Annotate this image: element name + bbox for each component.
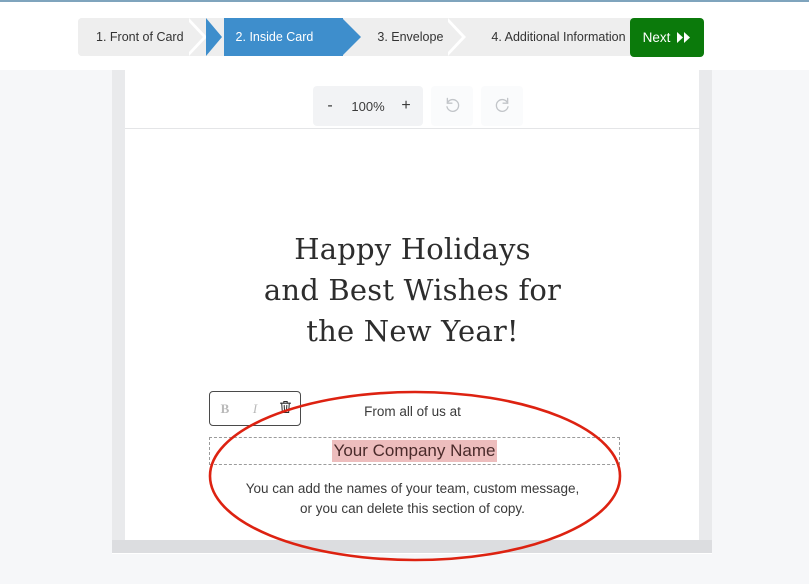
trash-icon (279, 400, 292, 418)
step-inside-card[interactable]: 2. Inside Card (205, 18, 362, 56)
zoom-level-value: 100% (351, 98, 385, 114)
fast-forward-icon (677, 32, 691, 43)
headline-line-3: the New Year! (306, 314, 519, 348)
headline-line-2: and Best Wishes for (263, 273, 562, 307)
editor-right-gutter (699, 70, 712, 540)
editor-left-gutter (112, 70, 125, 540)
card-body-copy[interactable]: You can add the names of your team, cust… (125, 479, 700, 519)
step-front-of-card[interactable]: 1. Front of Card (78, 18, 207, 56)
step-separator-icon (188, 18, 207, 56)
step-envelope[interactable]: 3. Envelope (343, 18, 467, 56)
body-line-2: or you can delete this section of copy. (300, 501, 525, 516)
zoom-control-group: - 100% + (313, 86, 423, 126)
zoom-toolbar: - 100% + (313, 86, 523, 126)
rich-text-toolbar: B I (209, 391, 301, 426)
wizard-header: 1. Front of Card 2. Inside Card 3. Envel… (0, 2, 809, 70)
step-nose-icon (342, 18, 362, 56)
zoom-out-button[interactable]: - (313, 86, 347, 126)
undo-icon (443, 95, 462, 117)
step-tail-icon (205, 18, 224, 56)
horizontal-scrollbar-thumb[interactable] (112, 540, 712, 553)
step-additional-information[interactable]: 4. Additional Information (465, 18, 648, 56)
next-button[interactable]: Next (630, 18, 704, 57)
body-line-1: You can add the names of your team, cust… (245, 481, 580, 496)
redo-button[interactable] (481, 86, 523, 126)
step-label: 4. Additional Information (491, 30, 626, 44)
next-button-label: Next (642, 30, 671, 45)
wizard-step-bar: 1. Front of Card 2. Inside Card 3. Envel… (78, 18, 648, 56)
card-canvas[interactable]: Happy Holidays and Best Wishes for the N… (125, 129, 700, 540)
company-name-field[interactable]: Your Company Name (209, 437, 620, 465)
step-label: 1. Front of Card (96, 30, 184, 44)
step-label: 3. Envelope (377, 30, 444, 44)
bold-button[interactable]: B (210, 393, 240, 424)
step-separator-icon (448, 18, 467, 56)
panel-divider (125, 128, 700, 129)
headline-line-1: Happy Holidays (294, 232, 531, 266)
italic-button[interactable]: I (240, 393, 270, 424)
company-name-value: Your Company Name (331, 440, 498, 462)
step-label: 2. Inside Card (235, 30, 314, 44)
delete-section-button[interactable] (270, 393, 300, 424)
redo-icon (493, 95, 512, 117)
horizontal-scrollbar-track[interactable] (112, 540, 712, 553)
app-root: 1. Front of Card 2. Inside Card 3. Envel… (0, 0, 809, 584)
undo-button[interactable] (431, 86, 473, 126)
card-headline[interactable]: Happy Holidays and Best Wishes for the N… (125, 229, 700, 352)
zoom-in-button[interactable]: + (389, 86, 423, 126)
